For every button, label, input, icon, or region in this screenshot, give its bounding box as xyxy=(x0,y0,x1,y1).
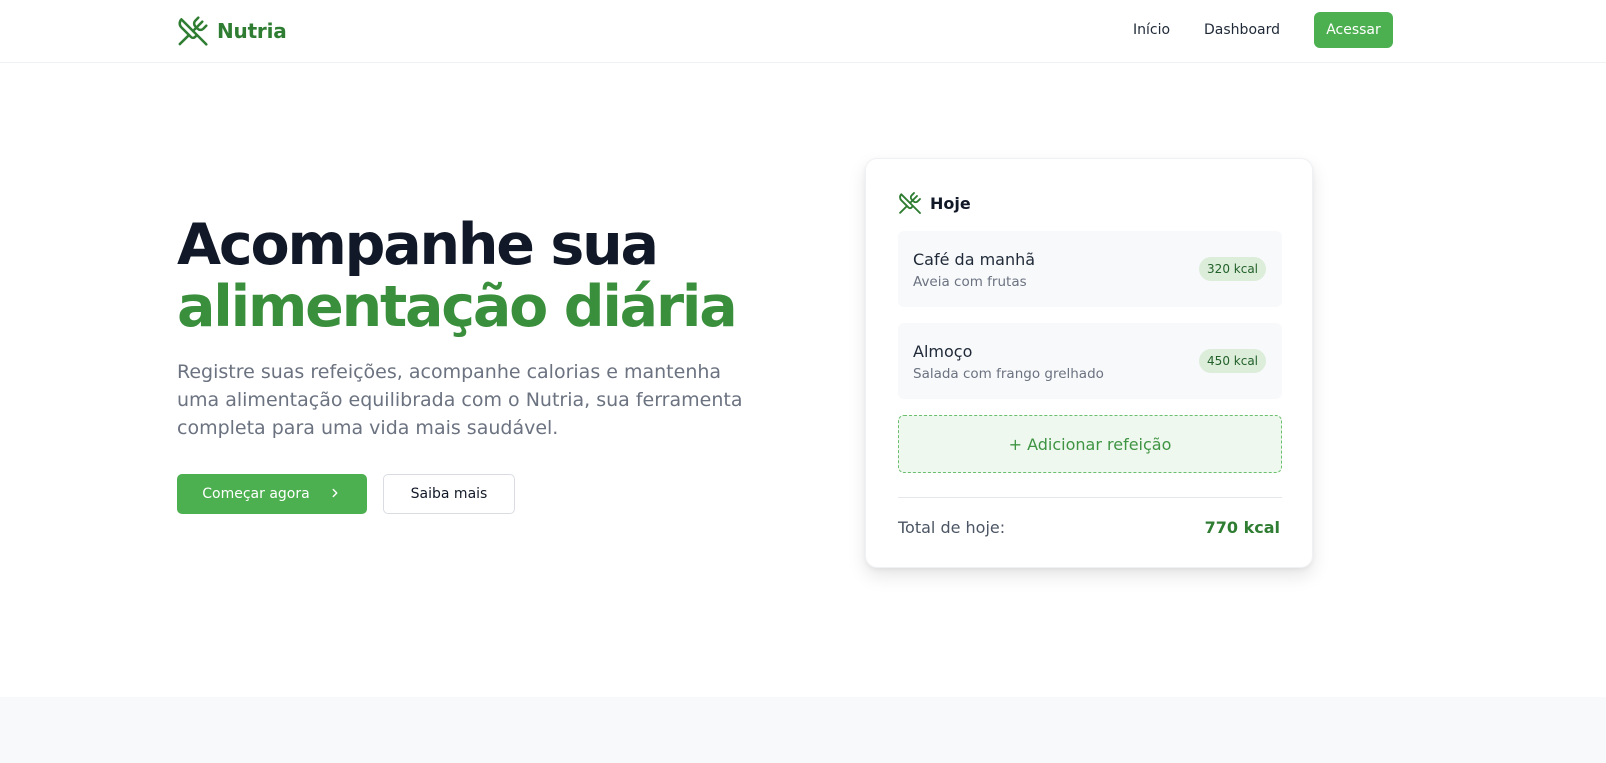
total-label: Total de hoje: xyxy=(898,518,1006,537)
hero-title-line-1: Acompanhe sua xyxy=(177,212,659,278)
meal-description: Aveia com frutas xyxy=(913,274,1027,290)
utensils-crossed-icon xyxy=(177,15,209,47)
brand-logo-link[interactable]: Nutria xyxy=(177,14,287,48)
add-meal-button[interactable]: + Adicionar refeição xyxy=(898,415,1282,473)
start-now-label: Começar agora xyxy=(202,486,310,502)
meal-name: Café da manhã xyxy=(913,250,1036,269)
learn-more-button[interactable]: Saiba mais xyxy=(383,474,515,514)
login-button[interactable]: Acessar xyxy=(1314,12,1393,48)
brand-name: Nutria xyxy=(217,19,287,43)
meal-item-lunch[interactable]: Almoço Salada com frango grelhado 450 kc… xyxy=(898,323,1282,399)
total-calories-value: 770 kcal xyxy=(1204,518,1280,537)
next-section-band xyxy=(0,697,1606,763)
main-nav: Início Dashboard Acessar xyxy=(1133,12,1393,48)
hero-description: Registre suas refeições, acompanhe calor… xyxy=(177,361,743,439)
utensils-crossed-icon xyxy=(898,191,922,215)
meal-name: Almoço xyxy=(913,342,973,361)
today-card: Hoje Café da manhã Aveia com frutas 320 … xyxy=(865,158,1313,568)
today-card-header: Hoje xyxy=(898,191,971,215)
calorie-badge: 450 kcal xyxy=(1199,349,1266,373)
top-navbar: Nutria Início Dashboard Acessar xyxy=(0,0,1606,63)
nav-link-dashboard[interactable]: Dashboard xyxy=(1204,12,1280,48)
calorie-badge: 320 kcal xyxy=(1199,257,1266,281)
hero-title-line-2: alimentação diária xyxy=(177,274,738,340)
meal-item-breakfast[interactable]: Café da manhã Aveia com frutas 320 kcal xyxy=(898,231,1282,307)
meal-description: Salada com frango grelhado xyxy=(913,366,1104,382)
nav-link-home[interactable]: Início xyxy=(1133,12,1170,48)
card-divider xyxy=(898,497,1282,498)
chevron-right-icon xyxy=(328,486,342,503)
hero-title: Acompanhe sua alimentação diária xyxy=(177,214,797,338)
start-now-button[interactable]: Começar agora xyxy=(177,474,367,514)
today-card-title: Hoje xyxy=(930,193,971,213)
